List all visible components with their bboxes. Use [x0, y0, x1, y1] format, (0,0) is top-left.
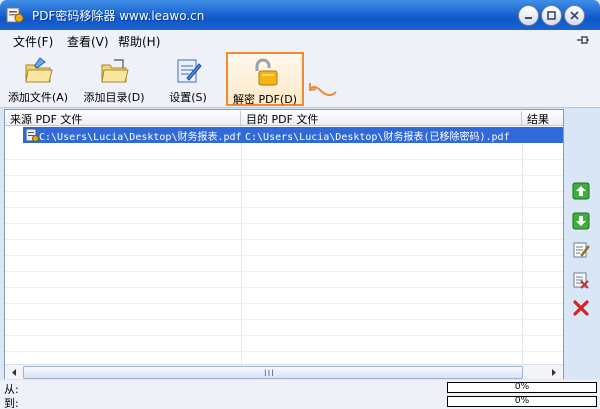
grid-line: [5, 351, 563, 352]
edit-icon[interactable]: [572, 241, 590, 259]
unlock-icon: [255, 58, 278, 86]
grid-line: [5, 239, 563, 240]
maximize-button[interactable]: [541, 5, 562, 26]
side-toolbar: [567, 175, 595, 375]
delete-icon[interactable]: [572, 299, 590, 317]
add-file-icon: [25, 57, 53, 83]
move-up-icon[interactable]: [572, 182, 590, 200]
minimize-button[interactable]: [518, 5, 539, 26]
add-file-button[interactable]: 添加文件(A): [4, 52, 72, 106]
maximize-icon: [547, 11, 556, 20]
cell-source: C:\Users\Lucia\Desktop\财务报表.pdf: [39, 132, 241, 143]
add-directory-button[interactable]: 添加目录(D): [80, 52, 148, 106]
grid-line: [5, 223, 563, 224]
settings-label: 设置(S): [169, 91, 207, 104]
remove-item-icon[interactable]: [572, 271, 590, 289]
settings-button[interactable]: 设置(S): [160, 52, 216, 106]
from-progress-bar: 0%: [447, 382, 597, 393]
column-divider: [522, 126, 523, 364]
menu-file[interactable]: 文件(F): [13, 33, 53, 50]
file-list-table[interactable]: 来源 PDF 文件 目的 PDF 文件 结果 C:\Users\Lucia\De…: [4, 109, 564, 379]
decrypt-pdf-button[interactable]: 解密 PDF(D): [226, 52, 304, 106]
column-divider: [241, 126, 242, 364]
scroll-right-icon[interactable]: [546, 366, 561, 379]
menu-bar: 文件(F) 查看(V) 帮助(H): [0, 30, 600, 50]
cell-target: C:\Users\Lucia\Desktop\财务报表(已移除密码).pdf: [245, 132, 510, 143]
to-progress-bar: 0%: [447, 396, 597, 407]
grid-line: [5, 287, 563, 288]
status-bar: 从: 到: 0% 0%: [0, 380, 600, 409]
header-result[interactable]: 结果: [522, 111, 563, 125]
scrollbar-grip: III: [264, 369, 275, 379]
grid-line: [5, 159, 563, 160]
minimize-icon: [525, 17, 532, 19]
grid-line: [5, 319, 563, 320]
table-row[interactable]: C:\Users\Lucia\Desktop\财务报表.pdf C:\Users…: [23, 127, 563, 143]
pdf-file-icon: [25, 128, 39, 142]
to-label: 到:: [4, 397, 19, 409]
menu-view[interactable]: 查看(V): [67, 33, 109, 50]
annotation-arrow-icon: [309, 83, 337, 97]
scroll-left-icon[interactable]: [7, 366, 22, 379]
header-source[interactable]: 来源 PDF 文件: [5, 111, 241, 125]
grid-line: [5, 175, 563, 176]
grid-line: [5, 255, 563, 256]
grid-line: [5, 303, 563, 304]
grid-line: [5, 271, 563, 272]
move-down-icon[interactable]: [572, 212, 590, 230]
from-progress-text: 0%: [514, 382, 530, 392]
add-directory-label: 添加目录(D): [83, 91, 145, 104]
table-header: 来源 PDF 文件 目的 PDF 文件 结果: [5, 110, 563, 126]
decrypt-pdf-label: 解密 PDF(D): [233, 93, 297, 106]
settings-icon: [177, 59, 202, 83]
grid-line: [5, 207, 563, 208]
header-target[interactable]: 目的 PDF 文件: [241, 111, 522, 125]
add-file-label: 添加文件(A): [7, 91, 69, 104]
menu-help[interactable]: 帮助(H): [118, 33, 160, 50]
app-icon: [6, 7, 24, 23]
window-title: PDF密码移除器 www.leawo.cn: [32, 9, 205, 23]
horizontal-scrollbar[interactable]: III: [5, 364, 563, 379]
grid-line: [5, 335, 563, 336]
toolbar: 添加文件(A) 添加目录(D) 设置(S) 解密 PDF(D): [0, 50, 600, 108]
scrollbar-thumb[interactable]: III: [23, 366, 523, 379]
add-folder-icon: [101, 59, 129, 83]
title-bar[interactable]: PDF密码移除器 www.leawo.cn: [0, 0, 600, 30]
grid-line: [5, 191, 563, 192]
close-button[interactable]: [564, 5, 585, 26]
close-icon: [570, 11, 579, 20]
pin-icon[interactable]: [576, 34, 590, 46]
to-progress-text: 0%: [514, 396, 530, 406]
